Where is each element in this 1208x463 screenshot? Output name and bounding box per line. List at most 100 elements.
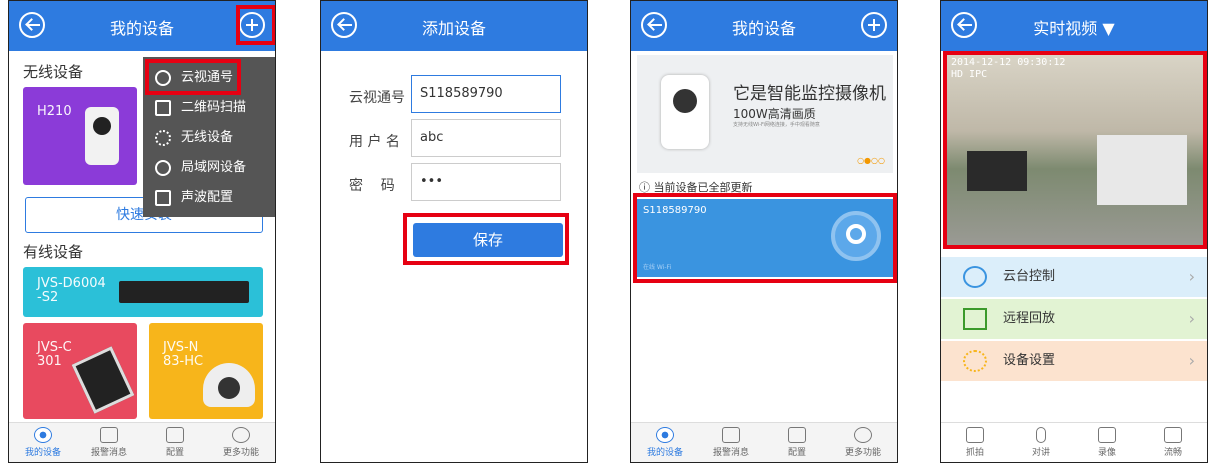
tab-label: 配置: [165, 448, 184, 458]
highlight-box: [145, 59, 241, 95]
camera-image: [71, 346, 135, 414]
tab-label: 更多功能: [844, 448, 881, 458]
settings-icon: [788, 427, 806, 443]
menu-item-label: 局域网设备: [181, 160, 247, 175]
banner-subtitle: 100W高清画质: [733, 107, 816, 121]
username-input[interactable]: abc: [411, 119, 561, 157]
highlight-box: [943, 51, 1207, 249]
device-icon: [34, 427, 52, 443]
bottom-tab-bar: 我的设备 报警消息 配置 更多功能: [9, 422, 275, 462]
row-device-settings[interactable]: 设备设置 ›: [941, 341, 1207, 381]
menu-item-lan[interactable]: 局域网设备: [153, 153, 273, 183]
chevron-right-icon: ›: [1188, 351, 1195, 370]
quality-button[interactable]: 流畅: [1143, 427, 1203, 458]
tab-my-devices[interactable]: 我的设备: [635, 427, 695, 458]
camera-image: [85, 107, 119, 165]
carousel-dots[interactable]: ○●○○: [857, 156, 885, 165]
password-input[interactable]: •••: [411, 163, 561, 201]
message-icon: [100, 427, 118, 443]
mic-icon: [1036, 427, 1046, 443]
cloud-id-input[interactable]: S118589790: [411, 75, 561, 113]
menu-item-label: 二维码扫描: [181, 100, 247, 115]
device-card-jvs-n83[interactable]: JVS-N 83-HC: [149, 323, 263, 419]
wifi-icon: [155, 130, 171, 146]
playback-icon: [963, 308, 987, 330]
row-label: 设备设置: [1003, 353, 1056, 368]
camera-image: [661, 75, 709, 149]
tab-more[interactable]: 更多功能: [833, 427, 893, 458]
record-button[interactable]: 录像: [1077, 427, 1137, 458]
banner-title: 它是智能监控摄像机: [733, 84, 886, 104]
tab-alarm-messages[interactable]: 报警消息: [79, 427, 139, 458]
menu-item-soundwave[interactable]: 声波配置: [153, 183, 273, 213]
page-title-text: 实时视频: [1033, 19, 1098, 38]
dvr-image: [119, 281, 249, 303]
chevron-right-icon: ›: [1188, 267, 1195, 286]
device-icon: [656, 427, 674, 443]
ptz-icon: [963, 266, 987, 288]
tab-alarm-messages[interactable]: 报警消息: [701, 427, 761, 458]
panel-my-devices-menu: 我的设备 无线设备 H210 快速安装 有线设备 JVS-D6004 -S2 J…: [8, 0, 276, 463]
menu-item-qr-scan[interactable]: 二维码扫描: [153, 93, 273, 123]
tab-label: 我的设备: [646, 448, 683, 458]
row-label: 云台控制: [1003, 269, 1056, 284]
control-label: 对讲: [1031, 448, 1050, 458]
app-header: 添加设备: [321, 1, 587, 51]
qr-code-icon: [155, 100, 171, 116]
camera-icon: [966, 427, 984, 443]
control-label: 流畅: [1163, 448, 1182, 458]
field-label-password: 密 码: [349, 178, 395, 194]
settings-icon: [166, 427, 184, 443]
chevron-right-icon: ›: [1188, 309, 1195, 328]
promo-banner[interactable]: 它是智能监控摄像机 100W高清画质 支持无线Wi-Fi网络连接，手中观看随意 …: [637, 55, 893, 173]
banner-note: 支持无线Wi-Fi网络连接，手中观看随意: [733, 122, 820, 128]
tab-more[interactable]: 更多功能: [211, 427, 271, 458]
tab-my-devices[interactable]: 我的设备: [13, 427, 73, 458]
soundwave-icon: [155, 190, 171, 206]
highlight-box: [236, 5, 275, 45]
snapshot-button[interactable]: 抓拍: [945, 427, 1005, 458]
device-card-jvs-d6004[interactable]: JVS-D6004 -S2: [23, 267, 263, 317]
add-device-icon[interactable]: [861, 12, 887, 38]
row-label: 远程回放: [1003, 311, 1056, 326]
device-name: JVS-D6004 -S2: [37, 276, 106, 305]
row-remote-playback[interactable]: 远程回放 ›: [941, 299, 1207, 339]
tab-settings[interactable]: 配置: [767, 427, 827, 458]
field-label-cloud-id: 云视通号: [349, 90, 405, 106]
tab-label: 更多功能: [222, 448, 259, 458]
tab-label: 报警消息: [712, 448, 749, 458]
dropdown-caret-icon: ▼: [1102, 19, 1115, 38]
row-ptz-control[interactable]: 云台控制 ›: [941, 257, 1207, 297]
device-card-jvs-c301[interactable]: JVS-C 301: [23, 323, 137, 419]
more-icon: [854, 427, 872, 443]
video-icon: [1098, 427, 1116, 443]
dome-camera-image: [203, 363, 255, 407]
tab-label: 报警消息: [90, 448, 127, 458]
page-title: 添加设备: [421, 19, 486, 38]
control-label: 抓拍: [965, 448, 984, 458]
sun-settings-icon: [963, 350, 987, 372]
quality-icon: [1164, 427, 1182, 443]
menu-item-wireless[interactable]: 无线设备: [153, 123, 273, 153]
app-header: 实时视频 ▼: [941, 1, 1207, 51]
device-name: JVS-N 83-HC: [163, 340, 204, 369]
device-name: JVS-C 301: [37, 340, 72, 369]
tab-label: 配置: [787, 448, 806, 458]
tab-label: 我的设备: [24, 448, 61, 458]
lan-icon: [155, 160, 171, 176]
device-name: H210: [37, 104, 72, 119]
section-wired: 有线设备: [23, 243, 84, 261]
talk-button[interactable]: 对讲: [1011, 427, 1071, 458]
menu-item-label: 声波配置: [181, 190, 234, 205]
panel-live-video: 实时视频 ▼ 2014-12-12 09:30:12 HD IPC 云台控制 ›…: [940, 0, 1208, 463]
page-title[interactable]: 实时视频 ▼: [941, 15, 1207, 39]
tab-settings[interactable]: 配置: [145, 427, 205, 458]
app-header: 我的设备: [631, 1, 897, 51]
menu-item-label: 无线设备: [181, 130, 234, 145]
highlight-box: [403, 213, 569, 265]
bottom-tab-bar: 我的设备 报警消息 配置 更多功能: [631, 422, 897, 462]
message-icon: [722, 427, 740, 443]
control-label: 录像: [1097, 448, 1116, 458]
panel-add-device: 添加设备 云视通号 S118589790 用 户 名 abc 密 码 ••• 保…: [320, 0, 588, 463]
device-card-h210[interactable]: H210: [23, 87, 137, 185]
